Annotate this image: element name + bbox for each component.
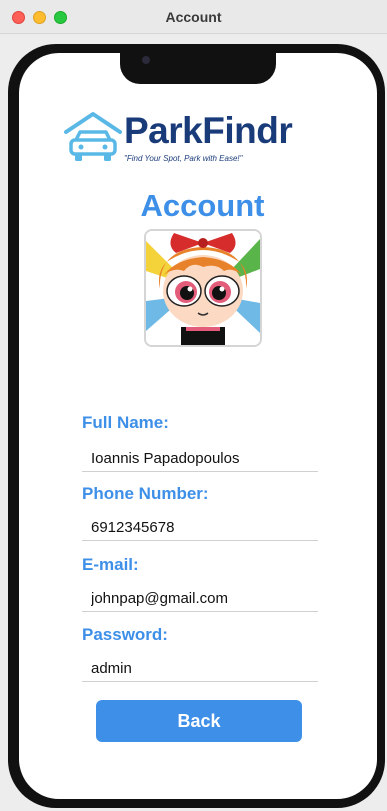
back-button[interactable]: Back (96, 700, 302, 742)
email-input[interactable] (82, 586, 318, 612)
page-title: Account (140, 188, 265, 223)
brand-name: ParkFindr (124, 110, 293, 151)
email-label: E-mail: (82, 555, 139, 574)
phone-number-label: Phone Number: (82, 484, 209, 503)
window-title: Account (165, 9, 222, 25)
full-name-input[interactable] (82, 446, 318, 472)
car-garage-icon (64, 112, 122, 161)
phone-notch (120, 46, 276, 84)
camera-icon (142, 56, 150, 64)
window-titlebar: Account (0, 0, 387, 34)
password-input[interactable] (82, 656, 318, 682)
brand-tagline: "Find Your Spot, Park with Ease!" (124, 154, 243, 163)
password-label: Password: (82, 625, 168, 644)
full-name-label: Full Name: (82, 413, 169, 432)
avatar-icon (146, 231, 260, 345)
phone-number-input[interactable] (82, 515, 318, 541)
profile-picture (144, 229, 262, 347)
